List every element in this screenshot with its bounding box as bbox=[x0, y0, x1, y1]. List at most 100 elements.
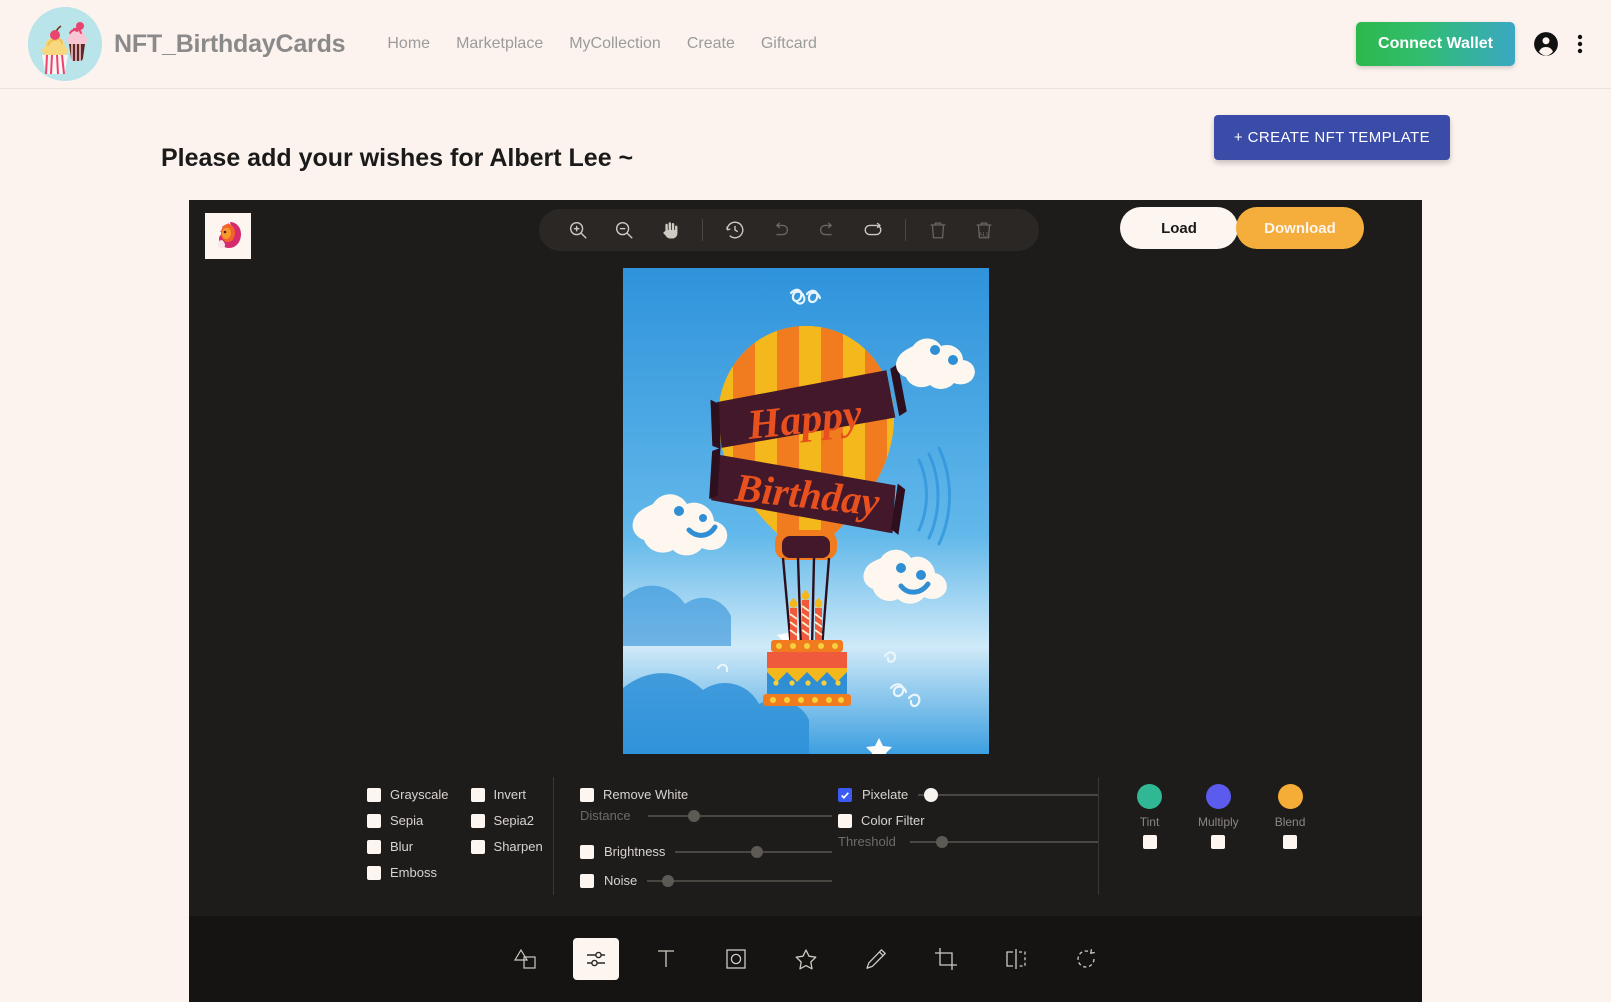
emboss-label: Emboss bbox=[390, 865, 437, 880]
blur-checkbox[interactable] bbox=[367, 839, 381, 854]
filter-group-basic: Grayscale Sepia Blur Emboss Invert Sepia… bbox=[367, 772, 553, 916]
mask-icon[interactable] bbox=[713, 938, 759, 980]
tint-color-dot[interactable] bbox=[1137, 784, 1162, 809]
title-row: Please add your wishes for Albert Lee ~ … bbox=[0, 89, 1611, 194]
delete-icon[interactable] bbox=[915, 209, 961, 251]
blend-color-dot[interactable] bbox=[1277, 784, 1303, 809]
distance-slider-row[interactable]: Distance bbox=[580, 805, 832, 826]
tint-label: Tint bbox=[1139, 815, 1160, 829]
grayscale-label: Grayscale bbox=[390, 787, 449, 802]
brightness-label: Brightness bbox=[604, 844, 666, 859]
remove-white-checkbox[interactable] bbox=[580, 787, 594, 802]
image-editor: ALL Load Download Happy Birthday Graysca… bbox=[189, 200, 1422, 1002]
nav-create[interactable]: Create bbox=[687, 35, 735, 53]
toolbar-divider-2 bbox=[905, 219, 906, 241]
color-filter-checkbox[interactable] bbox=[838, 813, 852, 828]
noise-row[interactable]: Noise bbox=[580, 870, 832, 891]
app-header: NFT_BirthdayCards Home Marketplace MyCol… bbox=[0, 0, 1611, 89]
sepia2-checkbox[interactable] bbox=[470, 813, 485, 828]
threshold-label: Threshold bbox=[838, 834, 896, 849]
noise-checkbox[interactable] bbox=[580, 873, 594, 888]
filter-panel: Grayscale Sepia Blur Emboss Invert Sepia… bbox=[189, 772, 1422, 916]
threshold-slider[interactable] bbox=[910, 835, 1098, 849]
birthday-balloon-image: Happy Birthday bbox=[622, 268, 989, 754]
grayscale-checkbox[interactable] bbox=[367, 787, 381, 802]
sepia2-label: Sepia2 bbox=[493, 813, 535, 828]
shapes-icon[interactable] bbox=[503, 938, 549, 980]
blend-swatches: Tint Multiply Blend bbox=[1099, 772, 1305, 849]
svg-text:ALL: ALL bbox=[978, 231, 990, 238]
noise-slider[interactable] bbox=[647, 874, 832, 888]
filter-icon[interactable] bbox=[572, 938, 619, 980]
tint-checkbox[interactable] bbox=[1142, 835, 1157, 849]
nav-marketplace[interactable]: Marketplace bbox=[456, 35, 543, 53]
download-button[interactable]: Download bbox=[1236, 207, 1364, 249]
filter-sepia[interactable]: Sepia bbox=[367, 810, 449, 831]
draw-icon[interactable] bbox=[853, 938, 899, 980]
threshold-slider-row[interactable]: Threshold bbox=[838, 831, 1098, 852]
filter-invert[interactable]: Invert bbox=[470, 784, 543, 805]
nav-home[interactable]: Home bbox=[387, 35, 430, 53]
pixelate-checkbox[interactable] bbox=[838, 787, 852, 802]
connect-wallet-button[interactable]: Connect Wallet bbox=[1356, 22, 1515, 66]
filter-color-filter[interactable]: Color Filter bbox=[838, 810, 1098, 831]
brand[interactable]: NFT_BirthdayCards bbox=[28, 7, 346, 81]
filter-group-adjust: Remove White Distance Brightness Noise bbox=[580, 772, 832, 916]
filter-sepia2[interactable]: Sepia2 bbox=[470, 810, 543, 831]
distance-label: Distance bbox=[580, 808, 631, 823]
sharpen-label: Sharpen bbox=[493, 839, 543, 854]
rotate-icon[interactable] bbox=[1063, 938, 1109, 980]
filter-remove-white[interactable]: Remove White bbox=[580, 784, 832, 805]
multiply-checkbox[interactable] bbox=[1211, 835, 1226, 849]
undo-icon[interactable] bbox=[758, 209, 804, 251]
filter-group-pixelate: Pixelate Color Filter Threshold bbox=[838, 772, 1098, 916]
pixelate-slider[interactable] bbox=[918, 787, 1098, 802]
remove-white-label: Remove White bbox=[603, 787, 689, 802]
crop-icon[interactable] bbox=[923, 938, 969, 980]
brand-title: NFT_BirthdayCards bbox=[114, 29, 346, 58]
invert-checkbox[interactable] bbox=[470, 787, 485, 802]
brightness-row[interactable]: Brightness bbox=[580, 841, 832, 862]
history-icon[interactable] bbox=[712, 209, 758, 251]
flip-icon[interactable] bbox=[993, 938, 1039, 980]
brightness-checkbox[interactable] bbox=[580, 844, 594, 859]
swatch-multiply[interactable]: Multiply bbox=[1198, 784, 1239, 849]
create-nft-template-button[interactable]: + CREATE NFT TEMPLATE bbox=[1213, 115, 1450, 160]
blend-checkbox[interactable] bbox=[1283, 835, 1298, 849]
delete-all-icon[interactable]: ALL bbox=[961, 209, 1007, 251]
filter-emboss[interactable]: Emboss bbox=[367, 862, 449, 883]
icon-star-icon[interactable] bbox=[783, 938, 829, 980]
filter-blur[interactable]: Blur bbox=[367, 836, 449, 857]
filter-sharpen[interactable]: Sharpen bbox=[470, 836, 543, 857]
sepia-checkbox[interactable] bbox=[367, 813, 381, 828]
sharpen-checkbox[interactable] bbox=[470, 839, 485, 854]
reset-icon[interactable] bbox=[850, 209, 896, 251]
more-vertical-icon[interactable] bbox=[1577, 32, 1583, 56]
multiply-label: Multiply bbox=[1198, 815, 1239, 829]
lion-logo-thumbnail[interactable] bbox=[205, 213, 251, 259]
zoom-in-icon[interactable] bbox=[555, 209, 601, 251]
multiply-color-dot[interactable] bbox=[1205, 784, 1231, 809]
zoom-out-icon[interactable] bbox=[601, 209, 647, 251]
hand-icon[interactable] bbox=[647, 209, 693, 251]
panel-divider-1 bbox=[553, 777, 554, 895]
sepia-label: Sepia bbox=[390, 813, 424, 828]
main-nav: Home Marketplace MyCollection Create Gif… bbox=[387, 35, 816, 53]
bottom-toolbar bbox=[189, 916, 1422, 1002]
brightness-slider[interactable] bbox=[675, 845, 832, 859]
text-icon[interactable] bbox=[643, 938, 689, 980]
redo-icon[interactable] bbox=[804, 209, 850, 251]
filter-grayscale[interactable]: Grayscale bbox=[367, 784, 449, 805]
pixelate-row[interactable]: Pixelate bbox=[838, 784, 1098, 805]
nav-mycollection[interactable]: MyCollection bbox=[569, 35, 661, 53]
editor-canvas[interactable]: Happy Birthday bbox=[622, 268, 989, 754]
distance-slider[interactable] bbox=[648, 809, 832, 823]
account-circle-icon[interactable] bbox=[1533, 31, 1559, 57]
swatch-blend[interactable]: Blend bbox=[1275, 784, 1305, 849]
swatch-tint[interactable]: Tint bbox=[1137, 784, 1162, 849]
editor-toolbar: ALL bbox=[539, 209, 1039, 251]
nav-giftcard[interactable]: Giftcard bbox=[761, 35, 817, 53]
load-button[interactable]: Load bbox=[1120, 207, 1238, 249]
toolbar-divider bbox=[702, 219, 703, 241]
emboss-checkbox[interactable] bbox=[367, 865, 381, 880]
